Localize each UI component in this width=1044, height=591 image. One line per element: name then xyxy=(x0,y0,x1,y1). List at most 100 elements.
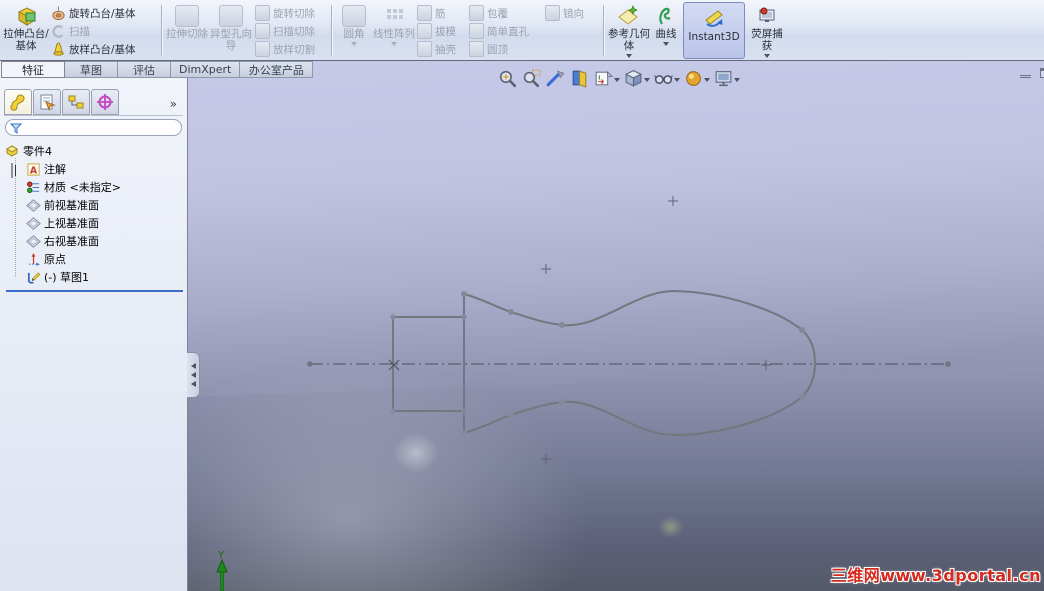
edit-appearance-button[interactable] xyxy=(682,67,711,90)
curves-button[interactable]: 曲线 xyxy=(651,1,681,60)
zoom-to-area-icon xyxy=(523,69,541,88)
tab-configuration-manager[interactable] xyxy=(62,89,90,115)
tab-features[interactable]: 特征 xyxy=(1,61,65,78)
swept-cut-button[interactable]: 扫描切除 xyxy=(253,22,329,40)
mirror-button[interactable]: 镜向 xyxy=(543,4,601,22)
tab-office-products[interactable]: 办公室产品 xyxy=(239,61,314,78)
hide-show-items-icon xyxy=(654,75,673,84)
screen-capture-dropdown-arrow[interactable] xyxy=(764,54,770,59)
sketch-icon xyxy=(25,269,41,285)
tree-filter-box[interactable] xyxy=(5,119,182,136)
wrap-button[interactable]: 包覆 xyxy=(467,4,543,22)
draft-button[interactable]: 拔模 xyxy=(415,22,467,40)
hole-wizard-button[interactable]: 异型孔向导 xyxy=(209,1,253,60)
graphics-area[interactable]: Y 三维网www.3dportal.cn xyxy=(188,61,1044,591)
curves-dropdown-arrow[interactable] xyxy=(663,42,669,47)
tree-filter-input[interactable] xyxy=(25,121,177,134)
minimize-document-icon[interactable] xyxy=(1020,68,1031,78)
screen-capture-button[interactable]: 荧屏捕获 xyxy=(747,1,787,60)
plane-icon xyxy=(25,233,41,249)
tab-sketch[interactable]: 草图 xyxy=(64,61,118,78)
tree-item-label: (-) 草图1 xyxy=(44,271,90,284)
rib-button[interactable]: 筋 xyxy=(415,4,467,22)
tab-featuremanager-tree[interactable] xyxy=(4,89,32,115)
lofted-cut-button[interactable]: 放样切割 xyxy=(253,40,329,58)
tree-root-label: 零件4 xyxy=(23,145,52,158)
tab-evaluate[interactable]: 评估 xyxy=(117,61,171,78)
apply-scene-button[interactable] xyxy=(712,67,741,90)
reference-geometry-dropdown-arrow[interactable] xyxy=(626,54,632,59)
command-manager-ribbon: 拉伸凸台/基体 旋转凸台/基体 扫描 放样凸台/基体 拉伸切除 异型孔向导 旋转… xyxy=(0,0,1044,61)
apply-scene-dropdown-arrow[interactable] xyxy=(734,77,740,82)
tab-dimxpert[interactable]: DimXpert xyxy=(170,61,241,78)
dome-button[interactable]: 圆顶 xyxy=(467,40,543,58)
sketch-plus-markers[interactable] xyxy=(541,196,771,464)
tab-property-manager[interactable] xyxy=(33,89,61,115)
centerline-endpoint-left[interactable] xyxy=(307,361,313,367)
zoom-to-area-button[interactable] xyxy=(520,67,543,90)
tree-item-material[interactable]: 材质 <未指定> xyxy=(11,178,187,196)
shell-button[interactable]: 抽壳 xyxy=(415,40,467,58)
fillet-dropdown-arrow[interactable] xyxy=(351,42,357,47)
view-orientation-button[interactable] xyxy=(592,67,621,90)
display-style-button[interactable] xyxy=(622,67,651,90)
revolved-cut-button[interactable]: 旋转切除 xyxy=(253,4,329,22)
expand-toggle-icon[interactable] xyxy=(11,162,22,178)
dimxpert-manager-icon xyxy=(97,94,113,110)
tree-rollback-bar[interactable] xyxy=(6,290,183,292)
lofted-cut-label: 放样切割 xyxy=(273,43,315,56)
panel-collapse-handle[interactable] xyxy=(187,352,200,398)
display-style-icon xyxy=(624,70,643,87)
tree-item-right-plane[interactable]: 右视基准面 xyxy=(11,232,187,250)
extruded-cut-button[interactable]: 拉伸切除 xyxy=(165,1,209,60)
linear-pattern-dropdown-arrow[interactable] xyxy=(391,42,397,47)
restore-document-icon[interactable] xyxy=(1040,68,1044,78)
revolve-boss-button[interactable]: 旋转凸台/基体 xyxy=(49,4,159,22)
extrude-boss-label: 拉伸凸台/基体 xyxy=(3,28,49,53)
tree-item-sketch1[interactable]: (-) 草图1 xyxy=(11,268,187,286)
section-view-button[interactable] xyxy=(568,67,591,90)
tree-item-origin[interactable]: 原点 xyxy=(11,250,187,268)
fillet-label: 圆角 xyxy=(343,28,365,40)
tab-dimxpert-manager[interactable] xyxy=(91,89,119,115)
revolve-boss-label: 旋转凸台/基体 xyxy=(69,7,136,20)
fillet-button[interactable]: 圆角 xyxy=(335,1,373,60)
previous-view-button[interactable] xyxy=(544,67,567,90)
instant3d-button[interactable]: Instant3D xyxy=(683,2,745,59)
centerline-endpoint-right[interactable] xyxy=(945,361,951,367)
tree-root-part[interactable]: 零件4 xyxy=(4,142,187,160)
zoom-to-fit-button[interactable] xyxy=(496,67,519,90)
tree-item-top-plane[interactable]: 上视基准面 xyxy=(11,214,187,232)
extruded-cut-label: 拉伸切除 xyxy=(166,28,208,40)
tree-item-label: 右视基准面 xyxy=(44,235,99,248)
plane-icon xyxy=(25,197,41,213)
hide-show-items-button[interactable] xyxy=(652,67,681,90)
svg-text:A: A xyxy=(29,165,37,176)
fillet-icon xyxy=(341,4,367,28)
edit-appearance-dropdown-arrow[interactable] xyxy=(704,77,710,82)
sweep-button[interactable]: 扫描 xyxy=(49,22,159,40)
loft-boss-button[interactable]: 放样凸台/基体 xyxy=(49,40,159,58)
draft-icon xyxy=(417,23,432,39)
ribbon-separator xyxy=(603,5,605,56)
tree-item-annotations[interactable]: A 注解 xyxy=(11,160,187,178)
dome-icon xyxy=(469,41,484,57)
instant3d-icon xyxy=(701,7,727,31)
view-orientation-dropdown-arrow[interactable] xyxy=(614,77,620,82)
sketch-canvas[interactable]: Y xyxy=(188,61,1044,591)
linear-pattern-button[interactable]: 线性阵列 xyxy=(373,1,415,60)
ribbon-separator xyxy=(331,5,333,56)
display-style-dropdown-arrow[interactable] xyxy=(644,77,650,82)
panel-tabs-overflow-chevron[interactable]: » xyxy=(170,97,183,115)
hide-show-items-dropdown-arrow[interactable] xyxy=(674,77,680,82)
cut-features-stack: 旋转切除 扫描切除 放样切割 xyxy=(253,1,329,60)
simple-hole-button[interactable]: 简单直孔 xyxy=(467,22,543,40)
extrude-boss-button[interactable]: 拉伸凸台/基体 xyxy=(3,1,49,60)
reference-geometry-button[interactable]: 参考几何体 xyxy=(607,1,651,60)
dome-label: 圆顶 xyxy=(487,43,508,56)
shell-label: 抽壳 xyxy=(435,43,456,56)
tree-item-front-plane[interactable]: 前视基准面 xyxy=(11,196,187,214)
view-orientation-icon xyxy=(595,70,614,86)
sweep-label: 扫描 xyxy=(69,25,90,38)
sketch-profile-spline[interactable] xyxy=(463,289,817,437)
